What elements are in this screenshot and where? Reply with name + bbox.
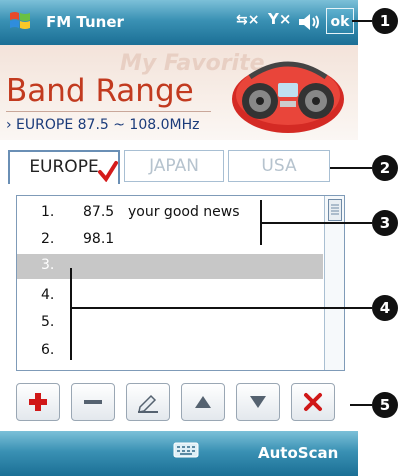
- banner: My Favorite Band Range › EUROPE 87.5 ~ 1…: [0, 45, 358, 140]
- edit-icon: [138, 394, 158, 413]
- callout-1: 1: [372, 8, 398, 34]
- move-down-button[interactable]: [236, 383, 280, 421]
- list-item[interactable]: 5.: [17, 311, 323, 333]
- list-item[interactable]: 6.: [17, 339, 323, 361]
- list-item[interactable]: 2. 98.1: [17, 228, 323, 250]
- callout-3: 3: [372, 210, 398, 236]
- list-item[interactable]: 1. 87.5 your good news: [17, 201, 323, 223]
- volume-icon[interactable]: [296, 11, 322, 33]
- preset-number: 1.: [41, 204, 55, 220]
- callout-4: 4: [372, 295, 398, 321]
- band-tabs: EUROPE JAPAN USA: [0, 150, 358, 184]
- tab-label: EUROPE: [29, 157, 99, 177]
- preset-number: 4.: [41, 287, 55, 303]
- preset-frequency: 87.5: [83, 204, 115, 220]
- preset-number: 5.: [41, 314, 55, 330]
- keyboard-icon[interactable]: [173, 441, 199, 459]
- title-bar: FM Tuner ⇆× Y× ok: [0, 0, 358, 45]
- ok-button[interactable]: ok: [326, 8, 354, 34]
- delete-button[interactable]: [291, 383, 335, 421]
- remove-icon: [84, 400, 102, 404]
- tab-usa[interactable]: USA: [228, 150, 330, 182]
- windows-start-icon[interactable]: [8, 9, 32, 33]
- callout-line: [330, 167, 372, 169]
- add-icon: [29, 393, 47, 411]
- boombox-image: [232, 61, 344, 133]
- callout-2: 2: [372, 155, 398, 181]
- move-up-icon: [195, 396, 211, 408]
- preset-number: 3.: [41, 257, 55, 273]
- callout-line: [70, 268, 72, 360]
- preset-toolbar: [12, 383, 352, 423]
- list-item[interactable]: 4.: [17, 284, 323, 306]
- preset-frequency: 98.1: [83, 231, 115, 247]
- move-up-button[interactable]: [181, 383, 225, 421]
- app-title: FM Tuner: [46, 13, 124, 31]
- autoscan-softkey[interactable]: AutoScan: [258, 444, 338, 462]
- band-range-title: Band Range: [6, 73, 194, 109]
- callout-line: [260, 222, 372, 224]
- signal-icon[interactable]: Y×: [268, 10, 291, 28]
- callout-line: [350, 404, 372, 406]
- connectivity-icon[interactable]: ⇆×: [236, 12, 259, 28]
- scroll-grip-icon: [331, 204, 339, 215]
- edit-button[interactable]: [126, 383, 170, 421]
- add-button[interactable]: [16, 383, 60, 421]
- preset-number: 2.: [41, 231, 55, 247]
- band-range-value: › EUROPE 87.5 ~ 108.0MHz: [6, 117, 200, 133]
- divider: [6, 111, 211, 112]
- tab-europe[interactable]: EUROPE: [8, 150, 120, 184]
- list-item-selected[interactable]: 3.: [17, 254, 323, 279]
- remove-button[interactable]: [71, 383, 115, 421]
- callout-line: [352, 20, 372, 22]
- callout-line: [70, 307, 372, 309]
- device-screen: FM Tuner ⇆× Y× ok My Favorite Band Range…: [0, 0, 358, 476]
- scroll-thumb[interactable]: [328, 199, 342, 221]
- preset-name: your good news: [128, 204, 240, 220]
- delete-icon: [304, 393, 322, 411]
- preset-number: 6.: [41, 342, 55, 358]
- callout-5: 5: [372, 392, 398, 418]
- soft-key-bar: AutoScan: [0, 431, 358, 476]
- tab-japan[interactable]: JAPAN: [124, 150, 224, 182]
- checkmark-icon: [98, 161, 118, 182]
- move-down-icon: [250, 396, 266, 408]
